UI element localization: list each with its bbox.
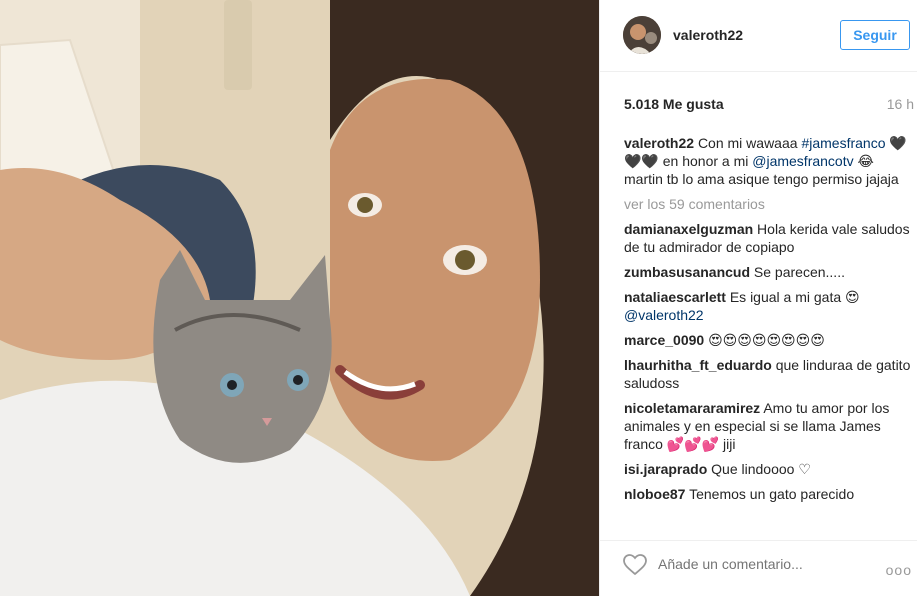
avatar[interactable] xyxy=(623,16,661,54)
comment-item: zumbasusanancud Se parecen..... xyxy=(624,263,912,281)
comment-item: damianaxelguzman Hola kerida vale saludo… xyxy=(624,220,912,256)
comment-username[interactable]: nloboe87 xyxy=(624,486,685,502)
caption-text-1: Con mi wawaaa xyxy=(697,135,798,151)
comment-text: Se parecen..... xyxy=(753,264,845,280)
caption-mention[interactable]: @jamesfrancotv xyxy=(752,153,853,169)
comment-text: Que lindoooo ♡ xyxy=(711,461,811,477)
comment-item: nataliaescarlett Es igual a mi gata 😍 @va… xyxy=(624,288,912,324)
post-photo[interactable] xyxy=(0,0,599,596)
comment-username[interactable]: marce_0090 xyxy=(624,332,704,348)
likes-row: 5.018 Me gusta 16 h xyxy=(624,96,914,114)
caption-username[interactable]: valeroth22 xyxy=(624,135,694,151)
comment-item: nloboe87 Tenemos un gato parecido xyxy=(624,485,912,503)
comment-username[interactable]: zumbasusanancud xyxy=(624,264,750,280)
caption-hashtag[interactable]: #jamesfranco xyxy=(801,135,885,151)
comment-username[interactable]: isi.jaraprado xyxy=(624,461,707,477)
post-footer: ooo xyxy=(600,540,917,596)
comment-username[interactable]: damianaxelguzman xyxy=(624,221,753,237)
comment-item: marce_0090 😍😍😍😍😍😍😍😍 xyxy=(624,331,912,349)
follow-button[interactable]: Seguir xyxy=(840,20,910,50)
post-header: valeroth22 Seguir xyxy=(600,0,917,72)
avatar-image xyxy=(623,16,661,54)
comment-mention[interactable]: @valeroth22 xyxy=(624,307,704,323)
comment-username[interactable]: nicoletamararamirez xyxy=(624,400,760,416)
heart-outline-icon[interactable] xyxy=(623,554,647,576)
comment-text: Es igual a mi gata 😍 xyxy=(729,289,860,305)
comment-item: isi.jaraprado Que lindoooo ♡ xyxy=(624,460,912,478)
comments-list: valeroth22 Con mi wawaaa #jamesfranco 🖤🖤… xyxy=(624,134,912,510)
view-more-comments-link[interactable]: ver los 59 comentarios xyxy=(624,195,912,213)
more-options-icon[interactable]: ooo xyxy=(886,562,912,578)
comment-item: nicoletamararamirez Amo tu amor por los … xyxy=(624,399,912,453)
comment-username[interactable]: lhaurhitha_ft_eduardo xyxy=(624,357,772,373)
post-side-panel: valeroth22 Seguir 5.018 Me gusta 16 h va… xyxy=(599,0,917,596)
comment-username[interactable]: nataliaescarlett xyxy=(624,289,726,305)
post-username[interactable]: valeroth22 xyxy=(673,27,743,43)
photo-illustration xyxy=(0,0,599,596)
add-comment-input[interactable] xyxy=(658,556,858,572)
comment-item: lhaurhitha_ft_eduardo que linduraa de ga… xyxy=(624,356,912,392)
post-timestamp[interactable]: 16 h xyxy=(887,96,914,112)
comment-text: Tenemos un gato parecido xyxy=(689,486,855,502)
caption: valeroth22 Con mi wawaaa #jamesfranco 🖤🖤… xyxy=(624,134,912,188)
comment-text: 😍😍😍😍😍😍😍😍 xyxy=(708,332,825,348)
likes-count[interactable]: 5.018 Me gusta xyxy=(624,96,724,112)
